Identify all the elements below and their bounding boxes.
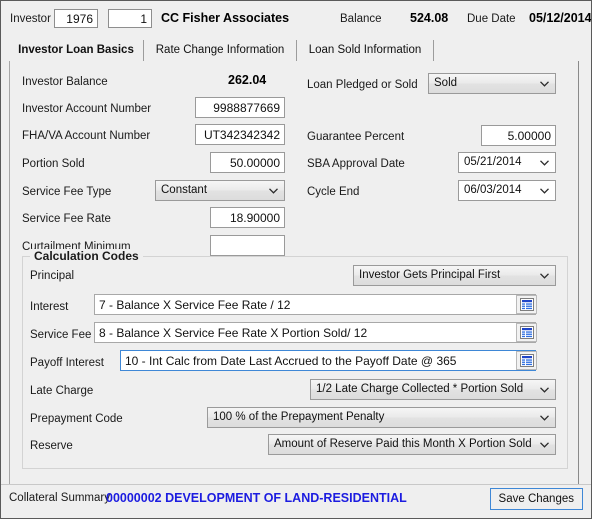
service-fee-type-label: Service Fee Type: [22, 186, 112, 198]
chevron-down-icon: [539, 74, 550, 93]
fha-va-account-number-label: FHA/VA Account Number: [22, 130, 151, 142]
investor-account-number-label: Investor Account Number: [22, 103, 152, 115]
service-fee-code-input[interactable]: [94, 322, 536, 343]
balance-label: Balance: [340, 13, 382, 25]
reserve-value: Amount of Reserve Paid this Month X Port…: [274, 438, 532, 450]
investor-label: Investor: [10, 13, 51, 25]
balance-value: 524.08: [410, 11, 449, 25]
investor-number-input[interactable]: [54, 9, 98, 28]
late-charge-label: Late Charge: [30, 385, 94, 397]
due-date-label: Due Date: [467, 13, 516, 25]
fha-va-account-number-input[interactable]: [195, 124, 285, 145]
service-fee-rate-input[interactable]: [210, 207, 285, 228]
due-date-value: 05/12/2014: [529, 11, 592, 25]
interest-lookup-icon[interactable]: [516, 295, 537, 314]
loan-pledged-or-sold-dropdown[interactable]: Sold: [428, 73, 556, 94]
chevron-down-icon: [539, 435, 550, 454]
collateral-summary-value[interactable]: 00000002 DEVELOPMENT OF LAND-RESIDENTIAL: [106, 491, 407, 505]
tab-loan-sold-information[interactable]: Loan Sold Information: [297, 40, 434, 61]
chevron-down-icon: [539, 408, 550, 427]
save-changes-button[interactable]: Save Changes: [489, 488, 583, 510]
late-charge-dropdown[interactable]: 1/2 Late Charge Collected * Portion Sold: [310, 379, 556, 400]
tab-label: Rate Change Information: [155, 44, 285, 56]
loan-pledged-or-sold-value: Sold: [434, 77, 458, 89]
interest-label: Interest: [30, 301, 69, 313]
chevron-down-icon: [539, 181, 550, 200]
chevron-down-icon: [539, 266, 550, 285]
service-fee-type-dropdown[interactable]: Constant: [155, 180, 285, 201]
cycle-end-label: Cycle End: [307, 186, 360, 198]
sba-approval-date-label: SBA Approval Date: [307, 158, 405, 170]
tab-rate-change-information[interactable]: Rate Change Information: [144, 40, 297, 61]
principal-dropdown[interactable]: Investor Gets Principal First: [353, 265, 556, 286]
tab-page-investor-loan-basics: Investor Balance 262.04 Investor Account…: [9, 61, 579, 485]
cycle-end-value: 06/03/2014: [464, 184, 522, 196]
investor-account-number-input[interactable]: [195, 97, 285, 118]
loan-pledged-or-sold-label: Loan Pledged or Sold: [307, 79, 418, 91]
prepayment-code-dropdown[interactable]: 100 % of the Prepayment Penalty: [207, 407, 556, 428]
status-bar: Collateral Summary 00000002 DEVELOPMENT …: [1, 484, 591, 518]
portion-sold-input[interactable]: [210, 152, 285, 173]
investor-name: CC Fisher Associates: [161, 11, 290, 25]
payoff-interest-label: Payoff Interest: [30, 357, 104, 369]
tab-label: Loan Sold Information: [308, 44, 422, 56]
tab-investor-loan-basics[interactable]: Investor Loan Basics: [9, 40, 144, 62]
chevron-down-icon: [268, 181, 279, 200]
prepayment-code-value: 100 % of the Prepayment Penalty: [213, 411, 385, 423]
service-fee-code-label: Service Fee: [30, 329, 92, 341]
interest-code-input[interactable]: [94, 294, 536, 315]
investor-sequence-input[interactable]: [108, 9, 152, 28]
service-fee-rate-label: Service Fee Rate: [22, 213, 111, 225]
chevron-down-icon: [539, 380, 550, 399]
investor-balance-label: Investor Balance: [22, 76, 108, 88]
collateral-summary-label: Collateral Summary: [9, 492, 110, 504]
cycle-end-date-picker[interactable]: 06/03/2014: [458, 180, 556, 201]
reserve-label: Reserve: [30, 440, 73, 452]
guarantee-percent-input[interactable]: [481, 125, 556, 146]
portion-sold-label: Portion Sold: [22, 158, 85, 170]
header-bar: Investor CC Fisher Associates Balance 52…: [1, 1, 591, 39]
curtailment-minimum-input[interactable]: [210, 235, 285, 256]
tab-label: Investor Loan Basics: [18, 44, 134, 56]
payoff-interest-code-input[interactable]: [120, 350, 536, 371]
investor-balance-value: 262.04: [228, 73, 267, 87]
reserve-dropdown[interactable]: Amount of Reserve Paid this Month X Port…: [268, 434, 556, 455]
prepayment-code-label: Prepayment Code: [30, 413, 123, 425]
principal-label: Principal: [30, 270, 75, 282]
late-charge-value: 1/2 Late Charge Collected * Portion Sold: [316, 383, 524, 395]
principal-value: Investor Gets Principal First: [359, 269, 501, 281]
sba-approval-date-picker[interactable]: 05/21/2014: [458, 152, 556, 173]
service-fee-lookup-icon[interactable]: [516, 323, 537, 342]
service-fee-type-value: Constant: [161, 184, 208, 196]
payoff-interest-lookup-icon[interactable]: [516, 351, 537, 370]
investor-loan-window: Investor CC Fisher Associates Balance 52…: [0, 0, 592, 519]
sba-approval-date-value: 05/21/2014: [464, 156, 522, 168]
guarantee-percent-label: Guarantee Percent: [307, 131, 405, 143]
tab-strip: Investor Loan Basics Rate Change Informa…: [9, 40, 579, 62]
calculation-codes-title: Calculation Codes: [30, 249, 143, 263]
chevron-down-icon: [539, 153, 550, 172]
